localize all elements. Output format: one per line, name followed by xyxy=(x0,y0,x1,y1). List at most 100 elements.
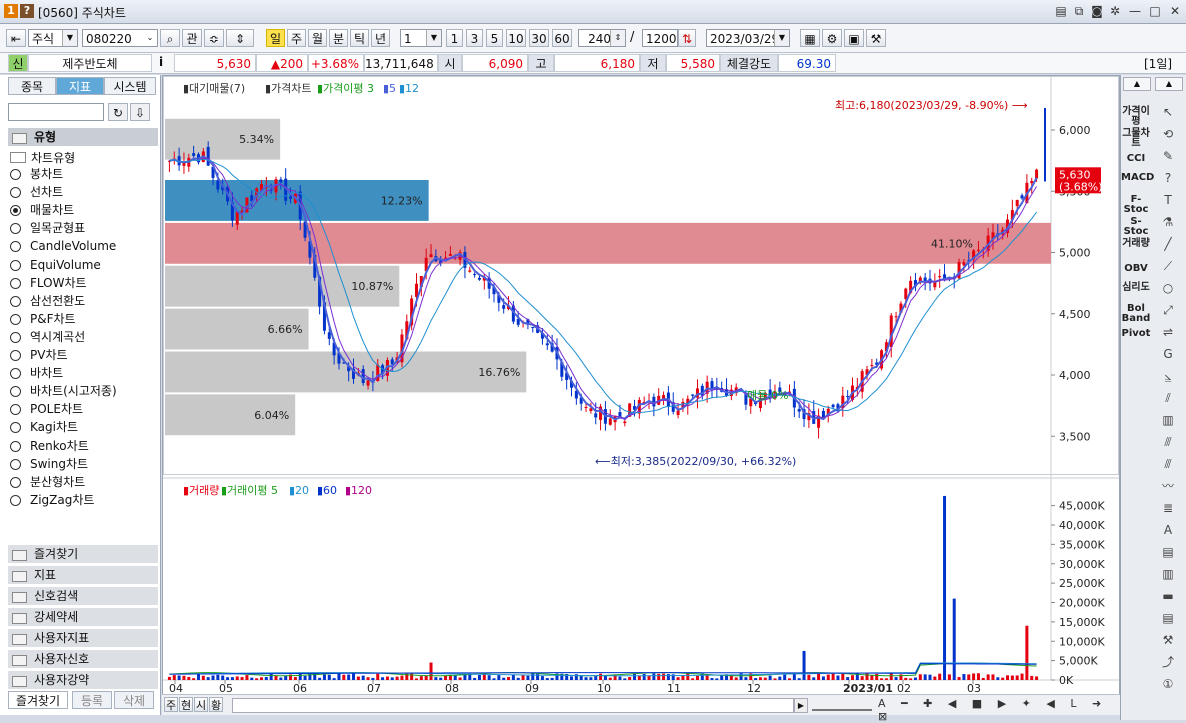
drawing-tool-icon[interactable]: ⤢ xyxy=(1157,301,1179,319)
drawing-tool-icon[interactable]: ▬ xyxy=(1157,587,1179,605)
interval-button[interactable]: 5 xyxy=(486,29,503,47)
period-button[interactable]: 분 xyxy=(329,29,348,47)
lookup-button[interactable]: 관 xyxy=(182,29,202,47)
indicator-button[interactable]: OBV xyxy=(1121,264,1151,274)
nav-icons[interactable]: A ━ ✚ ◀ ■ ▶ ✦ ◀ L ➜ ⊠ xyxy=(878,697,1120,723)
interval-button[interactable]: 1 xyxy=(446,29,463,47)
indicator-button[interactable]: 거래량 xyxy=(1121,239,1151,249)
period-button[interactable]: 주 xyxy=(287,29,306,47)
help-icon[interactable]: ? xyxy=(20,4,34,18)
info-icon[interactable]: i xyxy=(156,55,166,69)
chart-type-item[interactable]: 바차트(시고저종) xyxy=(10,382,117,400)
quick-button[interactable]: 현 xyxy=(179,697,193,712)
indicator-button[interactable]: Bol Band xyxy=(1121,304,1151,324)
stock-code-input[interactable]: 080220 ⌄ xyxy=(82,29,158,47)
indicator-button[interactable]: F-Stoc xyxy=(1121,195,1151,215)
chart-type-item[interactable]: ZigZag차트 xyxy=(10,491,94,509)
quick-button[interactable]: 시 xyxy=(194,697,208,712)
drawing-tool-icon[interactable]: ⟋ xyxy=(1157,257,1179,275)
folder-item[interactable]: 사용자강약 xyxy=(8,670,158,689)
interval-button[interactable]: 30 xyxy=(529,29,549,47)
drawing-tool-icon[interactable]: ⇌ xyxy=(1157,323,1179,341)
panel-tab[interactable]: 시스템 xyxy=(104,77,156,95)
drawing-tool-icon[interactable]: ⦥ xyxy=(1157,367,1179,385)
drawing-tool-icon[interactable]: 〰 xyxy=(1157,477,1179,495)
minimize-button[interactable]: — xyxy=(1126,3,1144,19)
drawing-tool-icon[interactable]: ▥ xyxy=(1157,565,1179,583)
indicator-button[interactable]: 심리도 xyxy=(1121,283,1151,293)
chart-list-icon[interactable]: ▦ xyxy=(800,29,820,47)
settings-icon[interactable]: ✲ xyxy=(1106,3,1124,19)
chart-type-item[interactable]: Renko차트 xyxy=(10,437,89,455)
chart-canvas[interactable]: 5.34% 12.23% 41.10% 10.87% 6.66% 16.76% 6.04% ▮… xyxy=(163,76,1119,696)
period-button[interactable]: 틱 xyxy=(350,29,369,47)
interval-button[interactable]: 60 xyxy=(552,29,572,47)
download-icon[interactable]: ⇩ xyxy=(130,103,150,121)
indicator-button[interactable]: S-Stoc xyxy=(1121,217,1151,237)
interval-button[interactable]: 3 xyxy=(466,29,483,47)
chart-type-item[interactable]: Kagi차트 xyxy=(10,418,78,436)
chart-type-item[interactable]: EquiVolume xyxy=(10,256,101,274)
drawing-tool-icon[interactable]: ⫻ xyxy=(1157,433,1179,451)
chart-type-item[interactable]: PV차트 xyxy=(10,346,68,364)
drawing-tool-icon[interactable]: ▤ xyxy=(1157,543,1179,561)
link-icon[interactable]: ⧉ xyxy=(1070,3,1088,19)
date-select[interactable]: 2023/03/29 ▼ xyxy=(706,29,790,47)
bottom-tab[interactable]: 즐겨찾기 xyxy=(8,691,68,709)
interval-button[interactable]: 10 xyxy=(506,29,526,47)
chart-type-item[interactable]: 봉차트 xyxy=(10,165,63,183)
drawing-tool-icon[interactable]: ⚗ xyxy=(1157,213,1179,231)
panel-tab[interactable]: 종목 xyxy=(8,77,56,95)
folder-item[interactable]: 지표 xyxy=(8,565,158,584)
drawing-tool-icon[interactable]: ↖ xyxy=(1157,103,1179,121)
interval-select[interactable]: 1 ▼ xyxy=(400,29,442,47)
scroll-track[interactable] xyxy=(232,698,794,713)
folder-item[interactable]: 신호검색 xyxy=(8,586,158,605)
scroll-up-icon[interactable]: ▲ xyxy=(1155,77,1183,91)
chart-type-item[interactable]: Swing차트 xyxy=(10,455,88,473)
sort-icon[interactable]: ≎ xyxy=(204,29,224,47)
drawing-tool-icon[interactable]: G xyxy=(1157,345,1179,363)
quick-button[interactable]: 주 xyxy=(164,697,178,712)
maximize-button[interactable]: □ xyxy=(1146,3,1164,19)
chart-type-item[interactable]: P&F차트 xyxy=(10,310,76,328)
display-count-input[interactable]: 240 ⇕ xyxy=(578,29,626,47)
drawing-tool-icon[interactable]: ╱ xyxy=(1157,235,1179,253)
indicator-button[interactable]: 그물차트 xyxy=(1121,129,1151,149)
folder-item[interactable]: 사용자신호 xyxy=(8,649,158,668)
tools-icon[interactable]: ⚒ xyxy=(866,29,886,47)
indicator-button[interactable]: Pivot xyxy=(1121,329,1151,339)
prev-icon[interactable]: ⇤ xyxy=(6,29,26,47)
note-icon[interactable]: ▤ xyxy=(1052,3,1070,19)
chart-type-item[interactable]: 일목균형표 xyxy=(10,219,85,237)
drawing-tool-icon[interactable]: ⟲ xyxy=(1157,125,1179,143)
spinner-icon[interactable]: ⇕ xyxy=(226,29,254,47)
drawing-tool-icon[interactable]: A xyxy=(1157,521,1179,539)
folder-item[interactable]: 사용자지표 xyxy=(8,628,158,647)
drawing-tool-icon[interactable]: ⤴ xyxy=(1157,653,1179,671)
drawing-tool-icon[interactable]: ▥ xyxy=(1157,411,1179,429)
chart-type-item[interactable]: 분산형차트 xyxy=(10,473,85,491)
camera-icon[interactable]: ◙ xyxy=(1088,3,1106,19)
bottom-tab[interactable]: 등록 xyxy=(72,691,112,709)
drawing-tool-icon[interactable]: ⫽ xyxy=(1157,389,1179,407)
indicator-search-input[interactable] xyxy=(8,103,104,121)
chart-type-item[interactable]: POLE차트 xyxy=(10,400,83,418)
drawing-tool-icon[interactable]: ⚒ xyxy=(1157,631,1179,649)
search-icon[interactable]: ⌕ xyxy=(160,29,180,47)
drawing-tool-icon[interactable]: ? xyxy=(1157,169,1179,187)
quick-button[interactable]: 황 xyxy=(209,697,223,712)
stepper-icon[interactable]: ⇕ xyxy=(610,30,625,46)
bottom-tab[interactable]: 삭제 xyxy=(114,691,154,709)
indicator-button[interactable]: 가격이평 xyxy=(1121,107,1151,127)
arrange-icon[interactable]: ⇅ xyxy=(678,29,696,47)
screen-number-badge[interactable]: 1 xyxy=(4,4,18,18)
category-header[interactable]: 유형 xyxy=(8,127,158,146)
chart-type-item[interactable]: CandleVolume xyxy=(10,237,116,255)
scroll-right-icon[interactable]: ▶ xyxy=(794,698,808,713)
drawing-tool-icon[interactable]: ○ xyxy=(1157,279,1179,297)
chart-type-item[interactable]: FLOW차트 xyxy=(10,274,87,292)
chart-type-item[interactable]: 선차트 xyxy=(10,183,63,201)
period-button[interactable]: 년 xyxy=(371,29,390,47)
zoom-slider[interactable] xyxy=(812,699,872,711)
